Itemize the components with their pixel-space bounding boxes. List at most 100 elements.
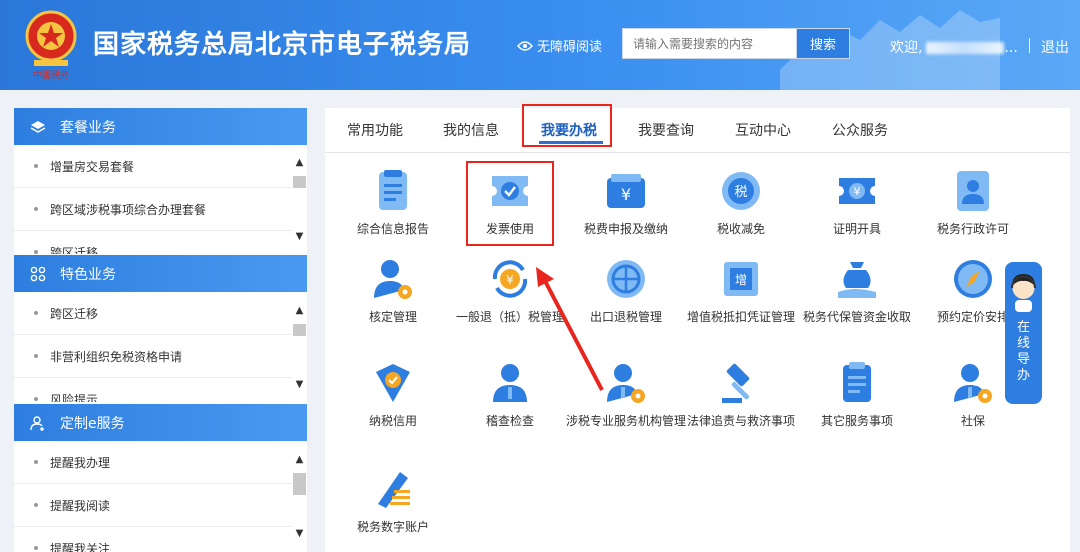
svg-text:¥: ¥ xyxy=(506,273,514,287)
sidebar-section-package[interactable]: 套餐业务 xyxy=(14,108,307,145)
gavel-icon xyxy=(722,363,750,403)
report-doc-icon xyxy=(379,170,407,210)
tile-legal[interactable]: 法律追责与救济事项 xyxy=(686,360,796,455)
tile-inspection[interactable]: 稽查检查 xyxy=(455,360,565,455)
sidebar-item[interactable]: 提醒我关注 xyxy=(14,527,307,552)
tab-common[interactable]: 常用功能 xyxy=(347,120,403,140)
tile-label: 核定管理 xyxy=(368,310,417,324)
tile-label: 法律追责与救济事项 xyxy=(686,414,795,428)
tile-vat-voucher[interactable]: 增 增值税抵扣凭证管理 xyxy=(686,256,796,351)
tile-label: 纳税信用 xyxy=(368,414,417,428)
tile-label: 税收减免 xyxy=(716,222,765,236)
credit-shield-icon xyxy=(376,364,410,402)
vat-voucher-icon: 增 xyxy=(724,262,758,296)
sidebar-list-custom: 提醒我办理 提醒我阅读 提醒我关注 xyxy=(14,441,307,552)
online-guide-label: 在 线 导 办 xyxy=(1016,320,1030,383)
invoice-ticket-icon xyxy=(492,176,528,206)
sidebar-scrollbar[interactable]: ▲ ▼ xyxy=(292,304,307,392)
tile-invoice[interactable]: 发票使用 xyxy=(455,168,565,263)
social-security-icon xyxy=(954,364,992,403)
grid-icon xyxy=(30,266,46,281)
tile-label: 其它服务事项 xyxy=(820,414,893,428)
tab-interaction[interactable]: 互动中心 xyxy=(735,120,791,140)
tile-label: 一般退（抵）税管理 xyxy=(455,310,564,324)
sidebar-item[interactable]: 跨区域涉税事项综合办理套餐 xyxy=(14,188,307,231)
compass-icon xyxy=(954,260,992,298)
sidebar-scrollbar[interactable]: ▲ ▼ xyxy=(292,156,307,244)
accessibility-label: 无障碍阅读 xyxy=(537,40,603,55)
welcome-label: 欢迎, xyxy=(890,40,923,56)
user-plus-icon xyxy=(30,415,44,431)
active-tab-indicator xyxy=(539,141,603,144)
tab-tax-handling[interactable]: 我要办税 xyxy=(541,120,597,140)
tile-digital-account[interactable]: 税务数字账户 xyxy=(338,466,448,552)
redacted-username xyxy=(926,42,1005,54)
layers-icon xyxy=(30,120,46,133)
tile-agency[interactable]: 涉税专业服务机构管理 xyxy=(566,360,686,455)
scroll-up-icon[interactable]: ▲ xyxy=(292,304,307,318)
sidebar-section-title: 特色业务 xyxy=(60,266,116,283)
inspector-icon xyxy=(493,364,527,402)
scroll-thumb[interactable] xyxy=(293,473,306,495)
tile-label: 稽查检查 xyxy=(485,414,534,428)
scroll-up-icon[interactable]: ▲ xyxy=(292,453,307,467)
national-emblem-icon: 中国税务 xyxy=(25,10,77,80)
refund-cycle-icon: ¥ xyxy=(492,260,528,298)
sidebar-item[interactable]: 增量房交易套餐 xyxy=(14,145,307,188)
tile-info-report[interactable]: 综合信息报告 xyxy=(338,168,448,263)
tile-export-refund[interactable]: 出口退税管理 xyxy=(571,256,681,351)
sidebar-item[interactable]: 跨区迁移 xyxy=(14,292,307,335)
tile-label: 税务代保管资金收取 xyxy=(802,310,911,324)
site-header: 中国税务 国家税务总局北京市电子税务局 无障碍阅读 搜索 欢迎,... 退出 xyxy=(0,0,1080,90)
scroll-down-icon[interactable]: ▼ xyxy=(292,378,307,392)
tile-admin-permit[interactable]: 税务行政许可 xyxy=(918,168,1028,263)
agent-avatar-icon xyxy=(1011,274,1036,312)
tile-credit[interactable]: 纳税信用 xyxy=(338,360,448,455)
scroll-thumb[interactable] xyxy=(293,324,306,336)
scroll-up-icon[interactable]: ▲ xyxy=(292,156,307,170)
tile-custody-funds[interactable]: 税务代保管资金收取 xyxy=(802,256,912,351)
clipboard-icon xyxy=(843,362,871,402)
tile-certificate[interactable]: ¥ 证明开具 xyxy=(802,168,912,263)
search-button[interactable]: 搜索 xyxy=(796,29,849,58)
tile-tax-payment[interactable]: ¥ 税费申报及缴纳 xyxy=(571,168,681,263)
tab-my-info[interactable]: 我的信息 xyxy=(443,120,499,140)
svg-text:中国税务: 中国税务 xyxy=(33,69,69,80)
sidebar-section-custom[interactable]: 定制e服务 xyxy=(14,404,307,441)
sidebar-scrollbar[interactable]: ▲ ▼ xyxy=(292,453,307,541)
tile-label: 涉税专业服务机构管理 xyxy=(566,414,687,428)
digital-account-icon xyxy=(378,472,410,508)
tab-public-service[interactable]: 公众服务 xyxy=(832,120,888,140)
sidebar-item[interactable]: 非营利组织免税资格申请 xyxy=(14,335,307,378)
tile-other-services[interactable]: 其它服务事项 xyxy=(802,360,912,455)
sidebar-item[interactable]: 提醒我阅读 xyxy=(14,484,307,527)
sidebar-section-feature[interactable]: 特色业务 xyxy=(14,255,307,292)
sidebar-item[interactable]: 风险提示 xyxy=(14,378,307,403)
user-gear-icon xyxy=(374,260,412,299)
accessibility-link[interactable]: 无障碍阅读 xyxy=(517,36,602,55)
sidebar-item[interactable]: 提醒我办理 xyxy=(14,441,307,484)
scroll-down-icon[interactable]: ▼ xyxy=(292,527,307,541)
tile-refund[interactable]: ¥ 一般退（抵）税管理 xyxy=(455,256,565,351)
certificate-icon: ¥ xyxy=(839,178,875,204)
sidebar: 套餐业务 增量房交易套餐 跨区域涉税事项综合办理套餐 跨区迁移 ▲ ▼ 特色业务… xyxy=(14,108,307,552)
welcome-suffix: ... xyxy=(1004,40,1018,56)
globe-export-icon xyxy=(607,260,645,298)
sidebar-list-feature: 跨区迁移 非营利组织免税资格申请 风险提示 xyxy=(14,292,307,402)
sidebar-list-package: 增量房交易套餐 跨区域涉税事项综合办理套餐 跨区迁移 xyxy=(14,145,307,254)
tile-tax-reduction[interactable]: 税 税收减免 xyxy=(686,168,796,263)
scroll-thumb[interactable] xyxy=(293,176,306,188)
tile-label: 证明开具 xyxy=(832,222,881,236)
site-title: 国家税务总局北京市电子税务局 xyxy=(93,30,472,60)
search-input[interactable] xyxy=(623,29,796,58)
tile-label: 社保 xyxy=(960,414,985,428)
svg-text:¥: ¥ xyxy=(854,185,861,198)
logout-link[interactable]: 退出 xyxy=(1041,37,1069,57)
tab-query[interactable]: 我要查询 xyxy=(638,120,694,140)
tile-label: 增值税抵扣凭证管理 xyxy=(686,310,795,324)
scroll-down-icon[interactable]: ▼ xyxy=(292,230,307,244)
sidebar-section-title: 定制e服务 xyxy=(60,415,125,432)
online-guide-button[interactable]: 在 线 导 办 xyxy=(1005,262,1042,404)
sidebar-item[interactable]: 跨区迁移 xyxy=(14,231,307,255)
tile-assessment[interactable]: 核定管理 xyxy=(338,256,448,351)
